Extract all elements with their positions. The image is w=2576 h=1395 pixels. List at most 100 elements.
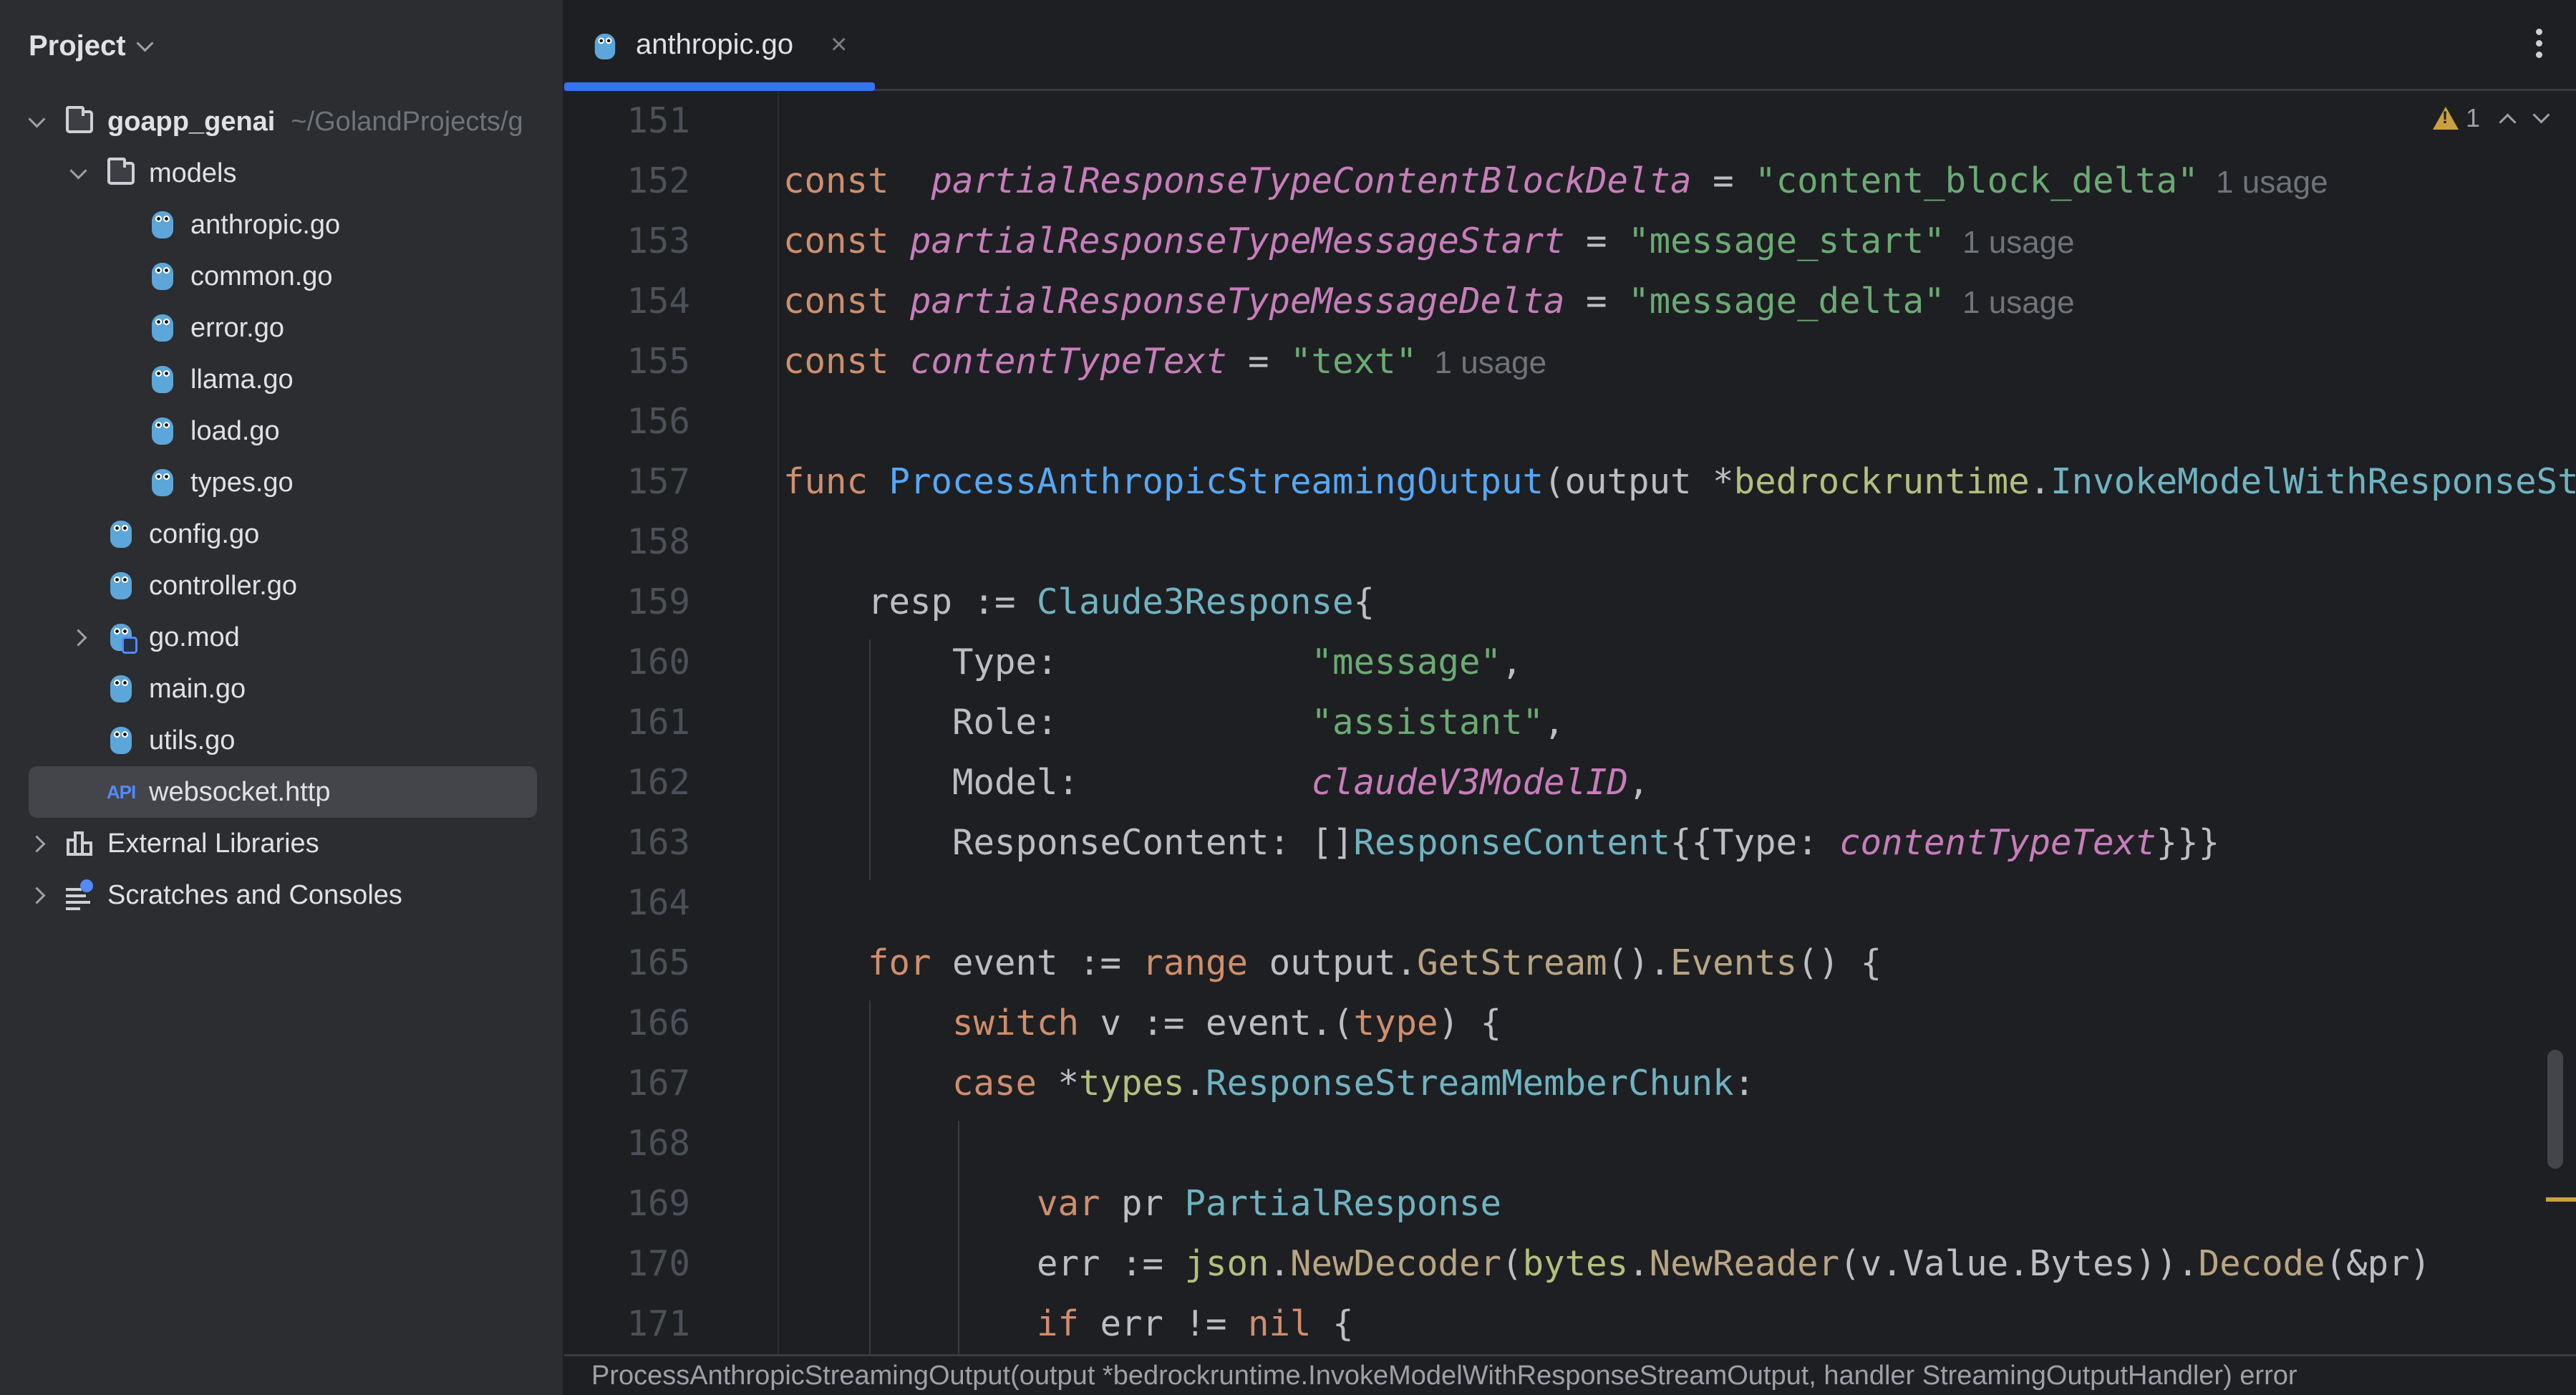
tree-item-load-go[interactable]: load.go bbox=[0, 405, 563, 457]
code-token: }}} bbox=[2156, 822, 2220, 863]
code-token: NewDecoder bbox=[1290, 1243, 1502, 1284]
code-line[interactable]: 171 if err != nil { bbox=[564, 1294, 2576, 1354]
tree-item-controller-go[interactable]: controller.go bbox=[0, 560, 563, 612]
usage-hint[interactable]: 1 usage bbox=[1945, 225, 2075, 260]
code-token: partialResponseTypeMessageStart bbox=[910, 221, 1565, 261]
code-line[interactable]: 155 const contentTypeText = "text" 1 usag… bbox=[564, 332, 2576, 392]
line-number[interactable]: 169 bbox=[604, 1174, 690, 1234]
tree-item-scratches-and-consoles[interactable]: Scratches and Consoles bbox=[0, 869, 563, 921]
line-number[interactable]: 170 bbox=[604, 1234, 690, 1294]
tree-item-anthropic-go[interactable]: anthropic.go bbox=[0, 199, 563, 251]
tree-item-label: websocket.http bbox=[149, 776, 331, 807]
code-token: type bbox=[1353, 1003, 1438, 1043]
tree-item-error-go[interactable]: error.go bbox=[0, 302, 563, 354]
tree-item-llama-go[interactable]: llama.go bbox=[0, 354, 563, 405]
line-number[interactable]: 167 bbox=[604, 1053, 690, 1114]
code-line[interactable]: 158 bbox=[564, 512, 2576, 572]
tree-item-utils-go[interactable]: utils.go bbox=[0, 715, 563, 766]
line-number[interactable]: 165 bbox=[604, 933, 690, 993]
tree-item-models[interactable]: models bbox=[0, 148, 563, 199]
tree-item-label: Scratches and Consoles bbox=[107, 879, 402, 910]
usage-hint[interactable]: 1 usage bbox=[1417, 345, 1547, 380]
code-line[interactable]: 167 case *types.ResponseStreamMemberChun… bbox=[564, 1053, 2576, 1114]
collapse-arrow-icon[interactable] bbox=[67, 627, 89, 648]
go-file-icon bbox=[149, 261, 176, 291]
tree-item-label: utils.go bbox=[149, 725, 236, 756]
tree-item-external-libraries[interactable]: External Libraries bbox=[0, 818, 563, 869]
usage-hint[interactable]: 1 usage bbox=[2199, 165, 2328, 200]
code-line[interactable]: 152 const partialResponseTypeContentBlock… bbox=[564, 151, 2576, 211]
project-view-selector[interactable]: Project bbox=[29, 21, 154, 70]
code-line[interactable]: 170 err := json.NewDecoder(bytes.NewRead… bbox=[564, 1234, 2576, 1294]
code-line[interactable]: 164 bbox=[564, 873, 2576, 933]
code-line[interactable]: 156 bbox=[564, 392, 2576, 452]
code-line[interactable]: 153 const partialResponseTypeMessageStart… bbox=[564, 211, 2576, 271]
line-number[interactable]: 156 bbox=[604, 392, 690, 452]
code-token: err := bbox=[783, 1243, 1185, 1284]
line-number[interactable]: 154 bbox=[604, 271, 690, 332]
close-icon[interactable]: × bbox=[831, 29, 847, 61]
line-number[interactable]: 152 bbox=[604, 151, 690, 211]
editor-panel: anthropic.go × 1 151152const partialResp… bbox=[564, 0, 2576, 1395]
code-token: . bbox=[1628, 1243, 1650, 1284]
code-token: ProcessAnthropicStreamingOutput bbox=[888, 461, 1544, 502]
line-number[interactable]: 159 bbox=[604, 572, 690, 632]
go-file-icon bbox=[149, 313, 176, 343]
go-file-icon bbox=[149, 468, 176, 498]
code-line[interactable]: 165 for event := range output.GetStream(… bbox=[564, 933, 2576, 993]
tree-item-go-mod[interactable]: go.mod bbox=[0, 612, 563, 663]
code-token: v := event.( bbox=[1079, 1003, 1354, 1043]
code-text: const partialResponseTypeMessageStart = … bbox=[783, 211, 2075, 273]
code-editor[interactable]: 151 152 const partialResponseTypeContentBl… bbox=[564, 91, 2576, 1356]
go-file-icon bbox=[107, 725, 135, 756]
code-line[interactable]: 166 switch v := event.(type) { bbox=[564, 993, 2576, 1053]
tree-item-websocket-http[interactable]: API websocket.http bbox=[29, 766, 537, 818]
tree-item-config-go[interactable]: config.go bbox=[0, 508, 563, 560]
line-number[interactable]: 153 bbox=[604, 211, 690, 271]
line-number[interactable]: 157 bbox=[604, 452, 690, 512]
collapse-arrow-icon[interactable] bbox=[26, 884, 47, 906]
code-token: nil bbox=[1248, 1303, 1312, 1344]
code-token: . bbox=[1269, 1243, 1291, 1284]
code-token: ) { bbox=[1438, 1003, 1502, 1043]
line-number[interactable]: 164 bbox=[604, 873, 690, 933]
line-number[interactable]: 151 bbox=[604, 91, 690, 151]
more-options-icon[interactable] bbox=[2536, 29, 2543, 58]
code-text: const partialResponseTypeMessageDelta = … bbox=[783, 271, 2075, 333]
tree-item-label: config.go bbox=[149, 518, 260, 549]
code-token: contentTypeText bbox=[1839, 822, 2156, 863]
line-number[interactable]: 158 bbox=[604, 512, 690, 572]
collapse-arrow-icon[interactable] bbox=[26, 833, 47, 854]
code-line[interactable]: 169 var pr PartialResponse bbox=[564, 1174, 2576, 1234]
tree-item-goapp-genai[interactable]: goapp_genai ~/GolandProjects/g bbox=[0, 96, 563, 148]
expand-arrow-icon[interactable] bbox=[67, 161, 89, 184]
code-line[interactable]: 162 Model: claudeV3ModelID, bbox=[564, 753, 2576, 813]
usage-hint[interactable]: 1 usage bbox=[1945, 285, 2075, 320]
line-number[interactable]: 160 bbox=[604, 632, 690, 692]
line-number[interactable]: 163 bbox=[604, 813, 690, 873]
code-line[interactable]: 151 bbox=[564, 91, 2576, 151]
code-token: bedrockruntime bbox=[1733, 461, 2030, 502]
expand-arrow-icon[interactable] bbox=[26, 110, 47, 132]
code-line[interactable]: 163 ResponseContent: []ResponseContent{{… bbox=[564, 813, 2576, 873]
code-line[interactable]: 160 Type: "message", bbox=[564, 632, 2576, 692]
line-number[interactable]: 161 bbox=[604, 692, 690, 753]
tab-anthropic-go[interactable]: anthropic.go × bbox=[564, 0, 875, 91]
tree-item-label: main.go bbox=[149, 673, 246, 704]
code-line[interactable]: 157 func ProcessAnthropicStreamingOutput(… bbox=[564, 452, 2576, 512]
code-line[interactable]: 159 resp := Claude3Response{ bbox=[564, 572, 2576, 632]
vertical-scrollbar[interactable] bbox=[2547, 1050, 2563, 1169]
tree-item-types-go[interactable]: types.go bbox=[0, 457, 563, 508]
code-line[interactable]: 154 const partialResponseTypeMessageDelta… bbox=[564, 271, 2576, 332]
warning-stripe-marker[interactable] bbox=[2546, 1197, 2576, 1202]
line-number[interactable]: 166 bbox=[604, 993, 690, 1053]
line-number[interactable]: 162 bbox=[604, 753, 690, 813]
tree-item-common-go[interactable]: common.go bbox=[0, 251, 563, 302]
tree-item-main-go[interactable]: main.go bbox=[0, 663, 563, 715]
line-number[interactable]: 155 bbox=[604, 332, 690, 392]
line-number[interactable]: 171 bbox=[604, 1294, 690, 1354]
line-number[interactable]: 168 bbox=[604, 1114, 690, 1174]
code-line[interactable]: 161 Role: "assistant", bbox=[564, 692, 2576, 753]
code-line[interactable]: 168 bbox=[564, 1114, 2576, 1174]
